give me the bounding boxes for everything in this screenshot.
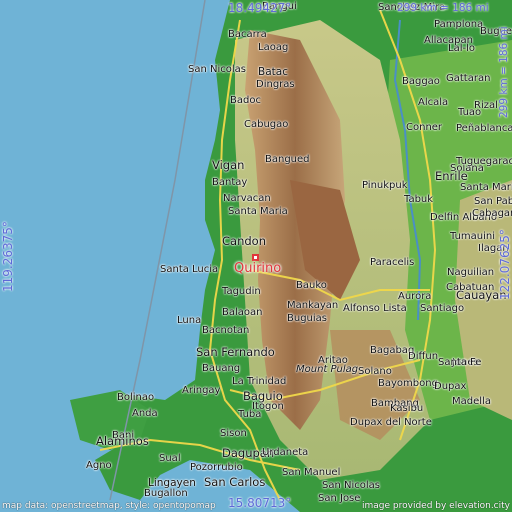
- coord-bottom: 15.80713°: [228, 496, 292, 510]
- place-label: Lingayen: [148, 477, 196, 489]
- place-label: Tuba: [238, 409, 262, 420]
- place-label: Sual: [159, 453, 181, 464]
- place-label: San Carlos: [204, 475, 266, 489]
- place-label: Mankayan: [287, 300, 339, 311]
- place-label: Badoc: [230, 95, 261, 106]
- place-label: Cabugao: [244, 119, 289, 130]
- scale-vertical: 299 km = 186 mi: [498, 26, 510, 118]
- place-label: Naguilian: [447, 267, 495, 278]
- place-label: Tuguegarao: [456, 156, 512, 167]
- place-label: San Fernando: [196, 345, 275, 359]
- place-label: Anda: [132, 408, 158, 419]
- place-label: Pozorrubio: [190, 462, 243, 473]
- scale-horizontal: 299 km = 186 mi: [397, 2, 489, 14]
- coord-right: 122.07625°: [498, 229, 512, 300]
- place-label: Pamplona: [434, 19, 484, 30]
- place-label: Bugallon: [144, 488, 188, 499]
- place-label: Luna: [177, 315, 202, 326]
- place-label: Mount Pulag: [296, 364, 359, 375]
- place-label: Bacarra: [228, 29, 267, 40]
- place-label: Aritao: [318, 355, 348, 366]
- place-label: Dupax del Norte: [350, 417, 432, 428]
- map-credit-right: image provided by elevation.city: [362, 501, 510, 511]
- place-label: Conner: [406, 122, 443, 133]
- place-label: Tumauini: [450, 231, 496, 242]
- place-label: Peñablanca: [456, 123, 512, 134]
- place-label: Buguias: [287, 313, 327, 324]
- place-label: Bauang: [202, 363, 241, 374]
- place-label: Diffun: [408, 351, 439, 362]
- place-label: Santa Maria: [228, 206, 288, 217]
- place-label: Dupax: [434, 381, 467, 392]
- place-label: Bayombong: [378, 378, 438, 389]
- place-label: Aringay: [182, 385, 221, 396]
- place-label: Candon: [222, 234, 266, 248]
- place-label: Agno: [86, 460, 112, 471]
- coord-left: 119.26375°: [1, 221, 15, 292]
- place-label: Bacnotan: [202, 325, 250, 336]
- place-label: Dingras: [256, 79, 295, 90]
- place-label: Tuao: [458, 107, 482, 118]
- place-label: Santa Lucia: [160, 264, 219, 275]
- place-label: Santa Fe: [438, 357, 482, 368]
- place-label: Solano: [358, 366, 392, 377]
- place-label: Tabuk: [404, 194, 434, 205]
- terrain-map[interactable]: Bangui Bacarra Laoag San Nicolas Batac Dingra…: [0, 0, 512, 512]
- place-label: Gattaran: [446, 73, 491, 84]
- map-credit-left: map data: openstreetmap, style: opentopo…: [2, 501, 216, 511]
- place-label: Baggao: [402, 76, 440, 87]
- place-label: Bolinao: [117, 392, 155, 403]
- place-label: Bauko: [296, 280, 327, 291]
- place-label: Madella: [452, 396, 491, 407]
- place-label: Urdaneta: [262, 447, 309, 458]
- place-label: Batac: [258, 66, 288, 78]
- place-label: Aurora: [398, 291, 432, 302]
- place-label: Vigan: [212, 158, 245, 172]
- place-label: Bangued: [265, 154, 310, 165]
- place-label: Alaminos: [96, 434, 149, 448]
- place-label: Enrile: [435, 169, 468, 183]
- place-label: Pinukpuk: [362, 180, 408, 191]
- place-label: Paracelis: [370, 257, 415, 268]
- place-label: Allacapan: [424, 35, 473, 46]
- selected-place-label[interactable]: Quirino: [234, 262, 281, 275]
- place-label: San Nicolas: [322, 480, 380, 491]
- place-label: Alfonso Lista: [343, 303, 407, 314]
- place-label: Bantay: [212, 177, 248, 188]
- place-label: San Pablo: [474, 196, 512, 207]
- place-label: Cabagan: [472, 208, 512, 219]
- place-label: San Jose: [318, 493, 361, 504]
- place-label: Balaoan: [222, 307, 263, 318]
- place-label: San Nicolas: [188, 64, 246, 75]
- place-label: Narvacan: [223, 193, 271, 204]
- place-label: Alcala: [418, 97, 449, 108]
- place-label: San Manuel: [282, 467, 341, 478]
- place-label: Santiago: [420, 303, 465, 314]
- place-label: Sison: [220, 428, 247, 439]
- place-label: Kasibu: [390, 403, 424, 414]
- coord-top: 18.49427°: [228, 1, 292, 15]
- selected-place-marker[interactable]: [252, 254, 259, 261]
- place-label: Santa Maria: [460, 182, 512, 193]
- place-label: La Trinidad: [232, 376, 287, 387]
- place-label: Tagudin: [222, 286, 261, 297]
- place-label: Cabatuan: [446, 282, 495, 293]
- place-label: Laoag: [258, 42, 289, 53]
